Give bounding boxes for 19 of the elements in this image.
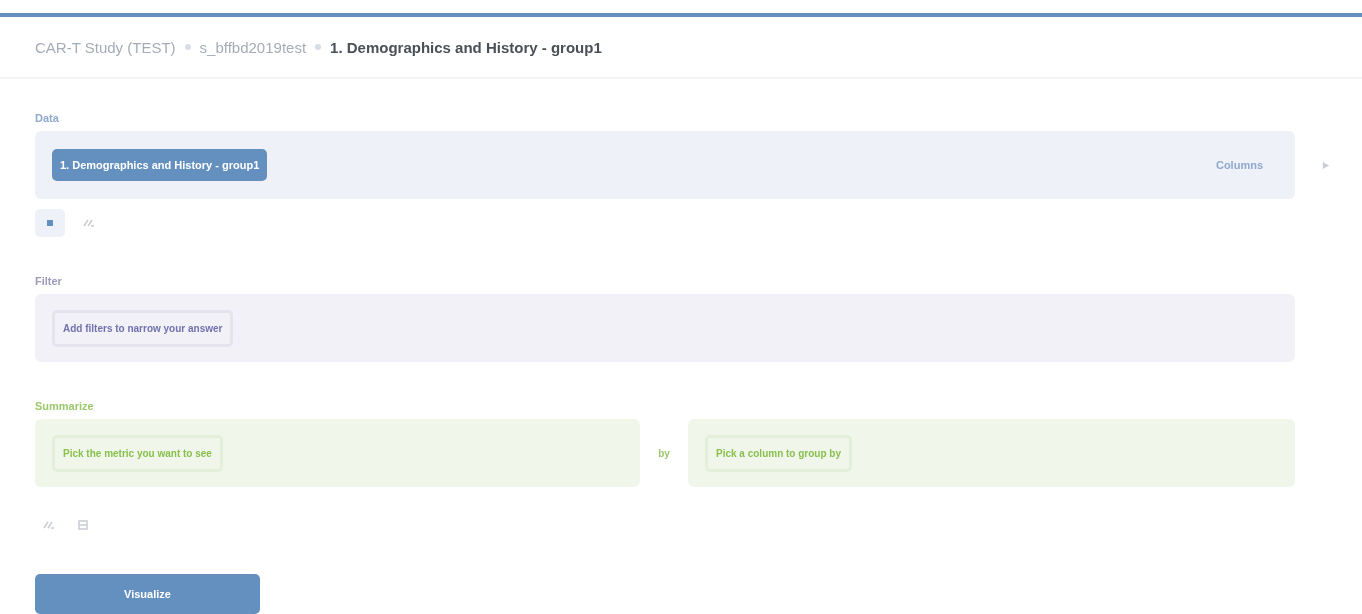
columns-link[interactable]: Columns xyxy=(1215,159,1263,171)
square-icon xyxy=(45,218,55,228)
breadcrumb-link[interactable]: CAR-T Study (TEST) xyxy=(35,38,176,56)
filter-step-button[interactable] xyxy=(35,209,65,237)
table-button[interactable]: 1. Demographics and History - group1 xyxy=(52,149,268,181)
section-label: Summarize xyxy=(35,400,95,412)
section-label: Filter xyxy=(35,275,63,287)
separator-icon xyxy=(183,43,192,51)
breadcrumb-link[interactable]: 1. Demographics and History - group1 xyxy=(330,38,602,56)
play-icon[interactable] xyxy=(1321,160,1330,170)
visualize-button[interactable]: Visualize xyxy=(35,574,260,614)
section-label: Data xyxy=(35,112,60,124)
by-label: by xyxy=(657,447,671,459)
list-icon[interactable] xyxy=(77,520,89,530)
pick-metric-button[interactable]: Pick the metric you want to see xyxy=(52,434,223,472)
separator-icon xyxy=(314,43,323,51)
pick-column-button[interactable]: Pick a column to group by xyxy=(705,434,852,472)
add-filter-button[interactable]: Add filters to narrow your answer xyxy=(52,309,234,347)
breadcrumb-link[interactable]: s_bffbd2019test xyxy=(199,38,307,56)
